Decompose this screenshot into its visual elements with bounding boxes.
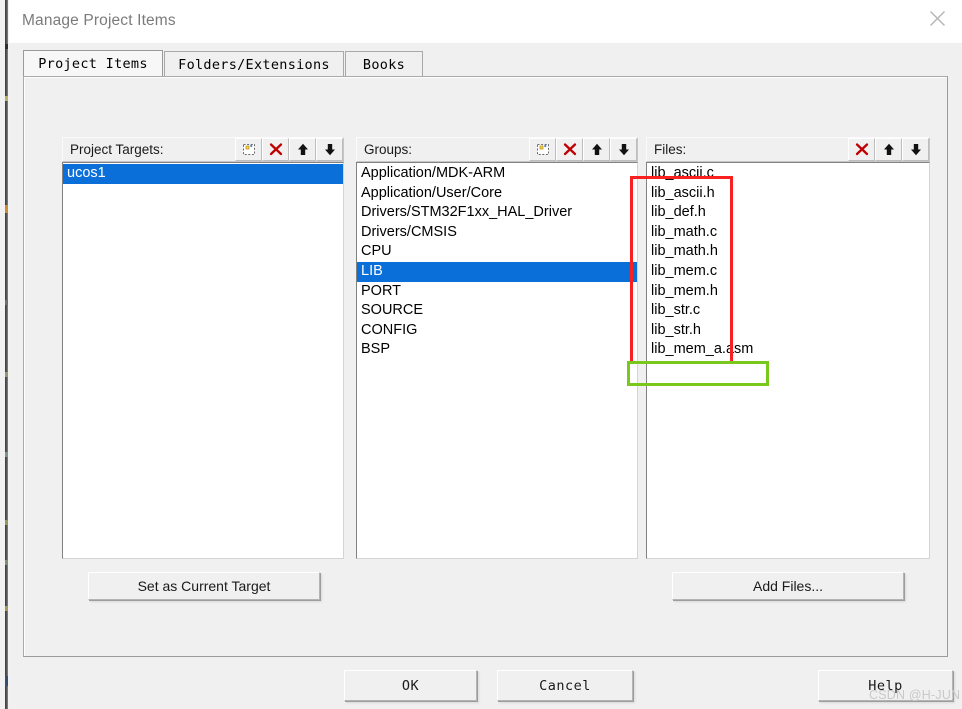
list-item[interactable]: Drivers/STM32F1xx_HAL_Driver (357, 203, 637, 223)
list-item[interactable]: lib_mem.h (647, 282, 929, 302)
background-marker (5, 606, 8, 611)
list-item[interactable]: Drivers/CMSIS (357, 223, 637, 243)
move-target-up-button[interactable] (289, 138, 316, 161)
add-files-button[interactable]: Add Files... (672, 572, 904, 600)
close-icon[interactable] (914, 2, 960, 35)
list-item[interactable]: Application/MDK-ARM (357, 164, 637, 184)
groups-header: Groups: (356, 137, 638, 162)
project-items-panel: Project Targets: ucos1 Set as Current Ta… (23, 76, 948, 657)
tab-strip: Project Items Folders/Extensions Books (23, 50, 948, 77)
background-window-sliver (0, 0, 9, 709)
tab-folders-extensions[interactable]: Folders/Extensions (164, 51, 344, 77)
project-targets-header: Project Targets: (62, 137, 344, 162)
list-item[interactable]: SOURCE (357, 301, 637, 321)
list-item[interactable]: lib_mem.c (647, 262, 929, 282)
list-item[interactable]: BSP (357, 340, 637, 360)
project-targets-label: Project Targets: (70, 142, 164, 157)
background-marker (5, 372, 8, 377)
project-targets-list[interactable]: ucos1 (62, 162, 344, 559)
list-item[interactable]: lib_str.h (647, 321, 929, 341)
background-marker (5, 44, 8, 49)
list-item[interactable]: lib_ascii.c (647, 164, 929, 184)
files-header: Files: (646, 137, 930, 162)
tab-books[interactable]: Books (345, 51, 423, 77)
move-target-down-button[interactable] (316, 138, 343, 161)
background-marker (5, 96, 8, 101)
cancel-button[interactable]: Cancel (497, 670, 633, 701)
background-marker (5, 520, 8, 525)
list-item[interactable]: CONFIG (357, 321, 637, 341)
list-item[interactable]: PORT (357, 282, 637, 302)
files-label: Files: (654, 142, 687, 157)
ok-button[interactable]: OK (344, 670, 477, 701)
manage-project-items-dialog: Manage Project Items Project Items Folde… (9, 2, 962, 709)
list-item[interactable]: ucos1 (63, 164, 343, 184)
list-item[interactable]: lib_math.c (647, 223, 929, 243)
files-list[interactable]: lib_ascii.c lib_ascii.h lib_def.h lib_ma… (646, 162, 930, 559)
delete-group-button[interactable] (556, 138, 583, 161)
set-as-current-target-button[interactable]: Set as Current Target (88, 572, 320, 600)
delete-target-button[interactable] (262, 138, 289, 161)
new-group-button[interactable] (529, 138, 556, 161)
list-item[interactable]: lib_str.c (647, 301, 929, 321)
delete-file-button[interactable] (848, 138, 875, 161)
background-marker (5, 205, 8, 213)
new-target-button[interactable] (235, 138, 262, 161)
tab-project-items[interactable]: Project Items (23, 50, 163, 77)
move-file-down-button[interactable] (902, 138, 929, 161)
list-item[interactable]: Application/User/Core (357, 184, 637, 204)
list-item[interactable]: LIB (357, 261, 637, 282)
background-marker (5, 300, 8, 305)
window-title: Manage Project Items (22, 12, 176, 29)
watermark: CSDN @H-JUN (869, 688, 961, 702)
move-group-down-button[interactable] (610, 138, 637, 161)
list-item[interactable]: CPU (357, 242, 637, 262)
list-item[interactable]: lib_math.h (647, 242, 929, 262)
background-marker (5, 676, 8, 686)
background-window-edge (5, 0, 8, 709)
groups-label: Groups: (364, 142, 413, 157)
move-group-up-button[interactable] (583, 138, 610, 161)
list-item[interactable]: lib_def.h (647, 203, 929, 223)
list-item[interactable]: lib_ascii.h (647, 184, 929, 204)
background-marker (5, 560, 8, 565)
title-bar: Manage Project Items (9, 2, 962, 43)
move-file-up-button[interactable] (875, 138, 902, 161)
list-item[interactable]: lib_mem_a.asm (647, 340, 929, 360)
groups-list[interactable]: Application/MDK-ARM Application/User/Cor… (356, 162, 638, 559)
background-marker (5, 452, 8, 457)
